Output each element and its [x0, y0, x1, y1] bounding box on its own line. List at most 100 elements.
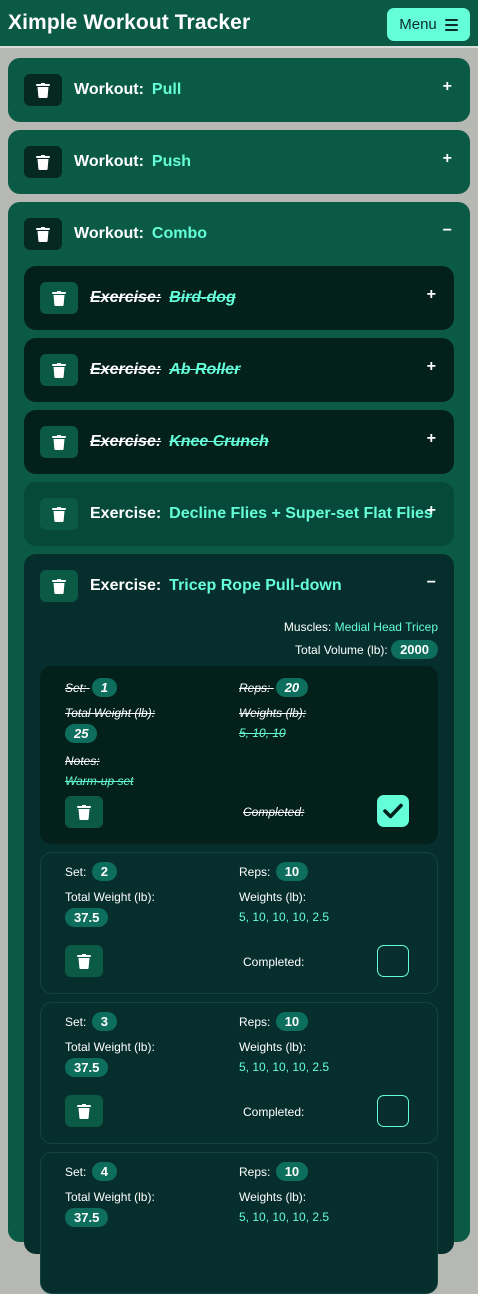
total-weight-label: Total Weight (lb): — [65, 1040, 155, 1054]
exercise-name: Tricep Rope Pull-down — [169, 577, 342, 594]
set-card-3: Set: 3 Reps: 10 Total Weight (lb): 37.5 … — [40, 1002, 438, 1144]
trash-icon — [52, 290, 66, 306]
trash-icon — [36, 82, 50, 98]
delete-workout-button[interactable] — [24, 218, 62, 250]
set-number: 1 — [91, 678, 117, 697]
workout-card-pull: Workout: Pull + — [8, 58, 470, 122]
workout-label: Workout: — [74, 225, 144, 242]
trash-icon — [77, 1103, 91, 1119]
total-weight-label: Total Weight (lb): — [65, 1190, 155, 1204]
weights-label: Weights (lb): — [239, 1040, 307, 1054]
total-weight-label: Total Weight (lb): — [65, 890, 155, 904]
delete-exercise-button[interactable] — [40, 282, 78, 314]
completed-checkbox[interactable] — [377, 945, 409, 977]
completed-checkbox[interactable] — [377, 1095, 409, 1127]
exercise-card-tricep-rope-pull-down: Exercise: Tricep Rope Pull-down − Muscle… — [24, 554, 454, 1294]
set-label: Set: — [65, 1165, 87, 1179]
total-weight-row: 37.5 — [65, 908, 109, 927]
exercise-header[interactable]: Exercise: Tricep Rope Pull-down − — [24, 554, 454, 618]
reps-row: Reps: 10 — [239, 862, 309, 881]
delete-workout-button[interactable] — [24, 74, 62, 106]
trash-icon — [77, 804, 91, 820]
set-label: Set: — [65, 681, 87, 695]
set-number-row: Set: 2 — [65, 862, 117, 881]
workout-header[interactable]: Workout: Combo − — [8, 202, 470, 266]
exercise-header[interactable]: Exercise: Ab Roller + — [24, 338, 454, 402]
workout-label: Workout: — [74, 81, 144, 98]
total-weight-value: 37.5 — [65, 1208, 109, 1227]
expand-toggle[interactable]: + — [443, 78, 452, 96]
trash-icon — [36, 226, 50, 242]
reps-label: Reps: — [239, 681, 271, 695]
exercise-card-bird-dog: Exercise: Bird-dog + — [24, 266, 454, 330]
expand-toggle[interactable]: + — [427, 358, 436, 376]
reps-value: 10 — [275, 862, 309, 881]
reps-row: Reps: 20 — [239, 678, 309, 697]
notes-label: Notes: — [65, 754, 100, 768]
expand-toggle[interactable]: + — [427, 430, 436, 448]
completed-checkbox[interactable] — [377, 795, 409, 827]
muscles-value: Medial Head Tricep — [334, 620, 438, 634]
reps-row: Reps: 10 — [239, 1162, 309, 1181]
expand-toggle[interactable]: + — [443, 150, 452, 168]
menu-label: Menu — [399, 16, 437, 33]
delete-set-button[interactable] — [65, 1095, 103, 1127]
expand-toggle[interactable]: + — [427, 502, 436, 520]
weights-label: Weights (lb): — [239, 890, 307, 904]
set-label: Set: — [65, 1015, 87, 1029]
trash-icon — [52, 506, 66, 522]
menu-button[interactable]: Menu — [387, 8, 470, 41]
set-number-row: Set: 1 — [65, 678, 117, 697]
delete-exercise-button[interactable] — [40, 498, 78, 530]
set-number: 2 — [91, 862, 117, 881]
total-weight-label: Total Weight (lb): — [65, 706, 156, 720]
delete-set-button[interactable] — [65, 796, 103, 828]
total-weight-value: 37.5 — [65, 1058, 109, 1077]
delete-exercise-button[interactable] — [40, 354, 78, 386]
completed-label: Completed: — [243, 805, 305, 819]
collapse-toggle[interactable]: − — [443, 222, 452, 240]
exercise-header[interactable]: Exercise: Knee Crunch + — [24, 410, 454, 474]
exercise-label: Exercise: — [90, 577, 162, 594]
exercise-card-ab-roller: Exercise: Ab Roller + — [24, 338, 454, 402]
workout-header[interactable]: Workout: Push + — [8, 130, 470, 194]
total-weight-row: 37.5 — [65, 1058, 109, 1077]
workout-name: Pull — [151, 81, 182, 98]
collapse-toggle[interactable]: − — [427, 574, 436, 592]
delete-workout-button[interactable] — [24, 146, 62, 178]
weights-value: 5, 10, 10, 10, 2.5 — [239, 1210, 330, 1224]
expand-toggle[interactable]: + — [427, 286, 436, 304]
set-label: Set: — [65, 865, 87, 879]
delete-exercise-button[interactable] — [40, 570, 78, 602]
delete-set-button[interactable] — [65, 945, 103, 977]
exercise-header[interactable]: Exercise: Decline Flies + Super-set Flat… — [24, 482, 454, 546]
exercise-label: Exercise: — [90, 505, 162, 522]
exercise-card-knee-crunch: Exercise: Knee Crunch + — [24, 410, 454, 474]
completed-label: Completed: — [243, 1105, 305, 1119]
muscles-row: Muscles: Medial Head Tricep — [284, 620, 438, 634]
trash-icon — [52, 362, 66, 378]
completed-label: Completed: — [243, 955, 305, 969]
total-volume-label: Total Volume (lb): — [295, 643, 388, 657]
reps-value: 10 — [275, 1162, 309, 1181]
workout-header[interactable]: Workout: Pull + — [8, 58, 470, 122]
reps-label: Reps: — [239, 1165, 271, 1179]
app-title: Ximple Workout Tracker — [8, 11, 251, 34]
set-card-4: Set: 4 Reps: 10 Total Weight (lb): 37.5 … — [40, 1152, 438, 1294]
weights-value: 5, 10, 10, 10, 2.5 — [239, 1060, 330, 1074]
workout-label: Workout: — [74, 153, 144, 170]
set-card-1: Set: 1 Reps: 20 Total Weight (lb): 25 We… — [40, 666, 438, 844]
exercise-label: Exercise: — [90, 361, 162, 378]
set-number-row: Set: 3 — [65, 1012, 117, 1031]
trash-icon — [52, 578, 66, 594]
delete-exercise-button[interactable] — [40, 426, 78, 458]
workout-name: Combo — [151, 225, 208, 242]
workout-name: Push — [151, 153, 192, 170]
set-number: 3 — [91, 1012, 117, 1031]
total-weight-row: 37.5 — [65, 1208, 109, 1227]
weights-label: Weights (lb): — [239, 1190, 307, 1204]
weights-label: Weights (lb): — [239, 706, 307, 720]
exercise-header[interactable]: Exercise: Bird-dog + — [24, 266, 454, 330]
set-card-2: Set: 2 Reps: 10 Total Weight (lb): 37.5 … — [40, 852, 438, 994]
weights-value: 5, 10, 10 — [239, 726, 286, 740]
